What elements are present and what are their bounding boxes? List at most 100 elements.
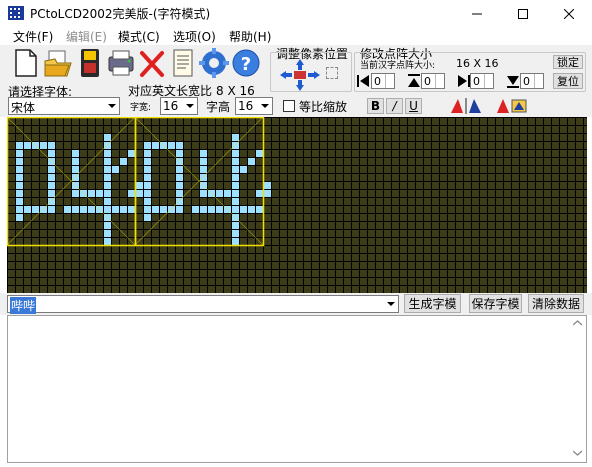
save-font-button[interactable]: 保存字模 [469,294,522,313]
pixel-on [191,205,199,213]
pixel-on [103,149,111,157]
underline-button[interactable]: U [405,98,422,114]
chevron-down-icon [104,98,119,114]
scroll-down-icon[interactable] [573,450,582,456]
dot-matrix-grid[interactable] [6,116,587,294]
pixel-on [231,149,239,157]
height-label: 字高 [206,100,231,114]
pixel-on [231,197,239,205]
pixel-on [199,205,207,213]
pixel-on [15,157,23,165]
pixel-on [87,189,95,197]
pixel-editor[interactable] [6,116,587,294]
svg-text:?: ? [241,54,251,75]
pixel-on [143,181,151,189]
pixel-on [15,197,23,205]
minimize-icon [472,13,482,14]
pixel-on [159,205,167,213]
vertical-scrollbar[interactable] [569,316,586,462]
spin-right[interactable]: 0 [470,73,494,89]
chevron-down-icon [383,296,398,312]
menu-mode[interactable]: 模式(C) [118,28,160,45]
shrink-right-icon[interactable] [456,74,470,88]
pixel-on [23,141,31,149]
settings-gear-icon[interactable] [199,47,229,79]
pixel-on [143,149,151,157]
menu-file[interactable]: 文件(F) [13,28,53,45]
save-icon[interactable] [75,47,105,79]
output-textarea[interactable] [7,315,587,463]
print-icon[interactable] [106,47,136,79]
pixel-on [199,149,207,157]
pixel-on [231,237,239,245]
pixel-on [247,157,255,165]
pixel-on [255,205,263,213]
mirror-horizontal-icon[interactable] [449,97,483,115]
mirror-vertical-icon[interactable] [494,97,530,115]
chevron-down-icon [182,98,197,114]
title-bar: PCtoLCD2002完美版-(字符模式) [0,0,592,27]
delete-icon[interactable] [137,47,167,79]
pixel-on [207,205,215,213]
pixel-on [223,189,231,197]
proportional-checkbox[interactable] [283,100,295,112]
open-icon[interactable] [43,47,73,79]
pixel-on [103,221,111,229]
close-button[interactable] [546,0,592,27]
height-select[interactable]: 16 [235,97,273,115]
pixel-on [15,141,23,149]
shrink-left-icon[interactable] [357,74,371,88]
maximize-icon [518,8,528,19]
clear-data-button[interactable]: 清除数据 [528,294,584,313]
pixel-on [143,213,151,221]
menu-help[interactable]: 帮助(H) [229,28,271,45]
menu-bar: 文件(F) 编辑(E) 模式(C) 选项(O) 帮助(H) [0,27,592,45]
chevron-down-icon [257,98,272,114]
proportional-label: 等比缩放 [299,100,348,114]
menu-edit[interactable]: 编辑(E) [66,28,107,45]
pixel-on [127,189,135,197]
pixel-on [15,205,23,213]
spin-bottom[interactable]: 0 [520,73,544,89]
menu-options[interactable]: 选项(O) [173,28,216,45]
width-select[interactable]: 16 [160,97,198,115]
maximize-button[interactable] [500,0,546,27]
pixel-on [71,157,79,165]
pixel-on [103,165,111,173]
help-icon[interactable]: ? [231,47,261,79]
generate-button[interactable]: 生成字模 [404,294,461,313]
pixel-on [15,189,23,197]
shrink-top-icon[interactable] [407,74,421,88]
minimize-button[interactable] [454,0,500,27]
pixel-on [15,181,23,189]
pixel-on [103,133,111,141]
lock-button[interactable]: 锁定 [553,55,583,69]
pixel-on [175,141,183,149]
italic-button[interactable]: / [386,98,403,114]
pixel-on [15,149,23,157]
pixel-on [47,189,55,197]
new-icon[interactable] [11,47,41,79]
scroll-up-icon[interactable] [573,320,582,326]
pixel-on [15,173,23,181]
input-text-field[interactable]: 哔哔 [7,295,399,314]
shrink-bottom-icon[interactable] [506,74,520,88]
pixel-on [103,189,111,197]
font-select[interactable]: 宋体 [8,97,120,115]
spin-left[interactable]: 0 [371,73,395,89]
pixel-on [231,133,239,141]
notepad-icon[interactable] [168,47,198,79]
pixel-on [47,165,55,173]
bold-button[interactable]: B [367,98,384,114]
pixel-on [151,141,159,149]
pixel-on [103,157,111,165]
pixel-on [119,157,127,165]
pixel-on [127,149,135,157]
pixel-on [199,165,207,173]
reset-button[interactable]: 复位 [553,73,583,89]
pixel-move-pad[interactable] [280,59,320,91]
pixel-preview-box [326,67,338,79]
pixel-on [63,205,71,213]
pixel-on [199,189,207,197]
spin-top[interactable]: 0 [421,73,445,89]
